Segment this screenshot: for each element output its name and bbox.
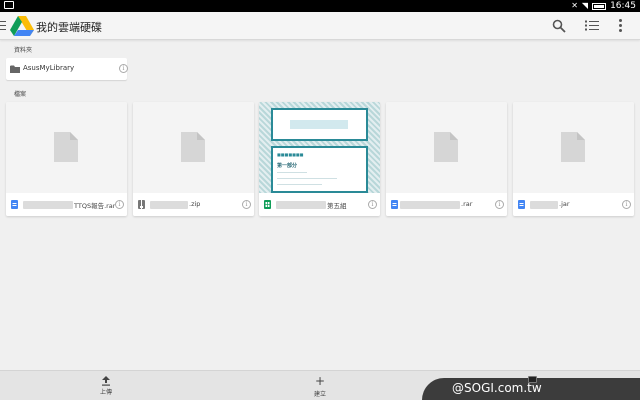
file-thumbnail <box>6 102 127 193</box>
upload-label: 上傳 <box>99 389 112 396</box>
preview-heading: 第一部分 <box>277 163 298 169</box>
file-icon <box>561 132 585 162</box>
folders-section-label: 資料夾 <box>14 47 33 54</box>
file-card[interactable]: .jar i <box>513 102 634 216</box>
list-view-icon[interactable] <box>585 20 599 32</box>
more-icon[interactable] <box>619 19 623 33</box>
create-button[interactable]: + 建立 <box>300 374 340 399</box>
document-type-icon <box>11 200 18 209</box>
file-icon <box>434 132 458 162</box>
search-icon[interactable] <box>552 19 566 33</box>
file-name: .zip <box>189 200 201 208</box>
status-indicators: ✕ ◥ 16:45 <box>571 0 636 12</box>
file-card[interactable]: .rar i <box>386 102 507 216</box>
page-title: 我的雲端硬碟 <box>36 21 102 34</box>
file-preview-thumbnail: ■■■■■■■ 第一部分 <box>259 102 380 193</box>
archive-type-icon <box>138 200 145 209</box>
document-type-icon <box>518 200 525 209</box>
app-bar: 我的雲端硬碟 <box>0 12 640 40</box>
file-thumbnail <box>133 102 254 193</box>
file-thumbnail <box>386 102 507 193</box>
screenshot-icon <box>4 1 14 9</box>
blurred-filename <box>530 201 558 209</box>
document-type-icon <box>391 200 398 209</box>
info-icon[interactable]: i <box>119 64 128 73</box>
menu-icon[interactable] <box>0 21 6 30</box>
upload-button[interactable]: 上傳 <box>86 375 126 396</box>
info-icon[interactable]: i <box>115 200 124 209</box>
create-label: 建立 <box>313 391 326 398</box>
add-icon: + <box>314 374 326 388</box>
watermark-text: @SOGI.com.tw <box>452 381 542 395</box>
folder-icon <box>10 65 20 73</box>
status-bar: ✕ ◥ 16:45 <box>0 0 640 12</box>
blurred-filename <box>150 201 188 209</box>
file-name: 第五組 <box>327 202 347 210</box>
file-name: .jar <box>559 200 570 208</box>
folder-name: AsusMyLibrary <box>23 64 75 72</box>
file-name: .rar <box>461 200 473 208</box>
info-icon[interactable]: i <box>242 200 251 209</box>
file-name: TTQS報告.rar <box>74 202 116 210</box>
mute-icon: ✕ <box>571 1 578 10</box>
battery-icon <box>592 2 607 10</box>
drive-logo-icon[interactable] <box>10 15 34 37</box>
file-thumbnail <box>513 102 634 193</box>
upload-icon <box>102 376 110 386</box>
files-section-label: 檔案 <box>14 91 27 98</box>
status-time: 16:45 <box>610 1 636 11</box>
info-icon[interactable]: i <box>495 200 504 209</box>
file-card[interactable]: ■■■■■■■ 第一部分 第五組 i <box>259 102 380 216</box>
file-card[interactable]: .zip i <box>133 102 254 216</box>
blurred-filename <box>276 201 326 209</box>
file-icon <box>54 132 78 162</box>
file-card[interactable]: TTQS報告.rar i <box>6 102 127 216</box>
wifi-icon: ◥ <box>581 1 589 10</box>
info-icon[interactable]: i <box>622 200 631 209</box>
file-icon <box>181 132 205 162</box>
blurred-filename <box>400 201 460 209</box>
blurred-filename <box>23 201 73 209</box>
folder-card[interactable]: AsusMyLibrary i <box>6 58 128 80</box>
info-icon[interactable]: i <box>368 200 377 209</box>
spreadsheet-type-icon <box>264 200 271 209</box>
